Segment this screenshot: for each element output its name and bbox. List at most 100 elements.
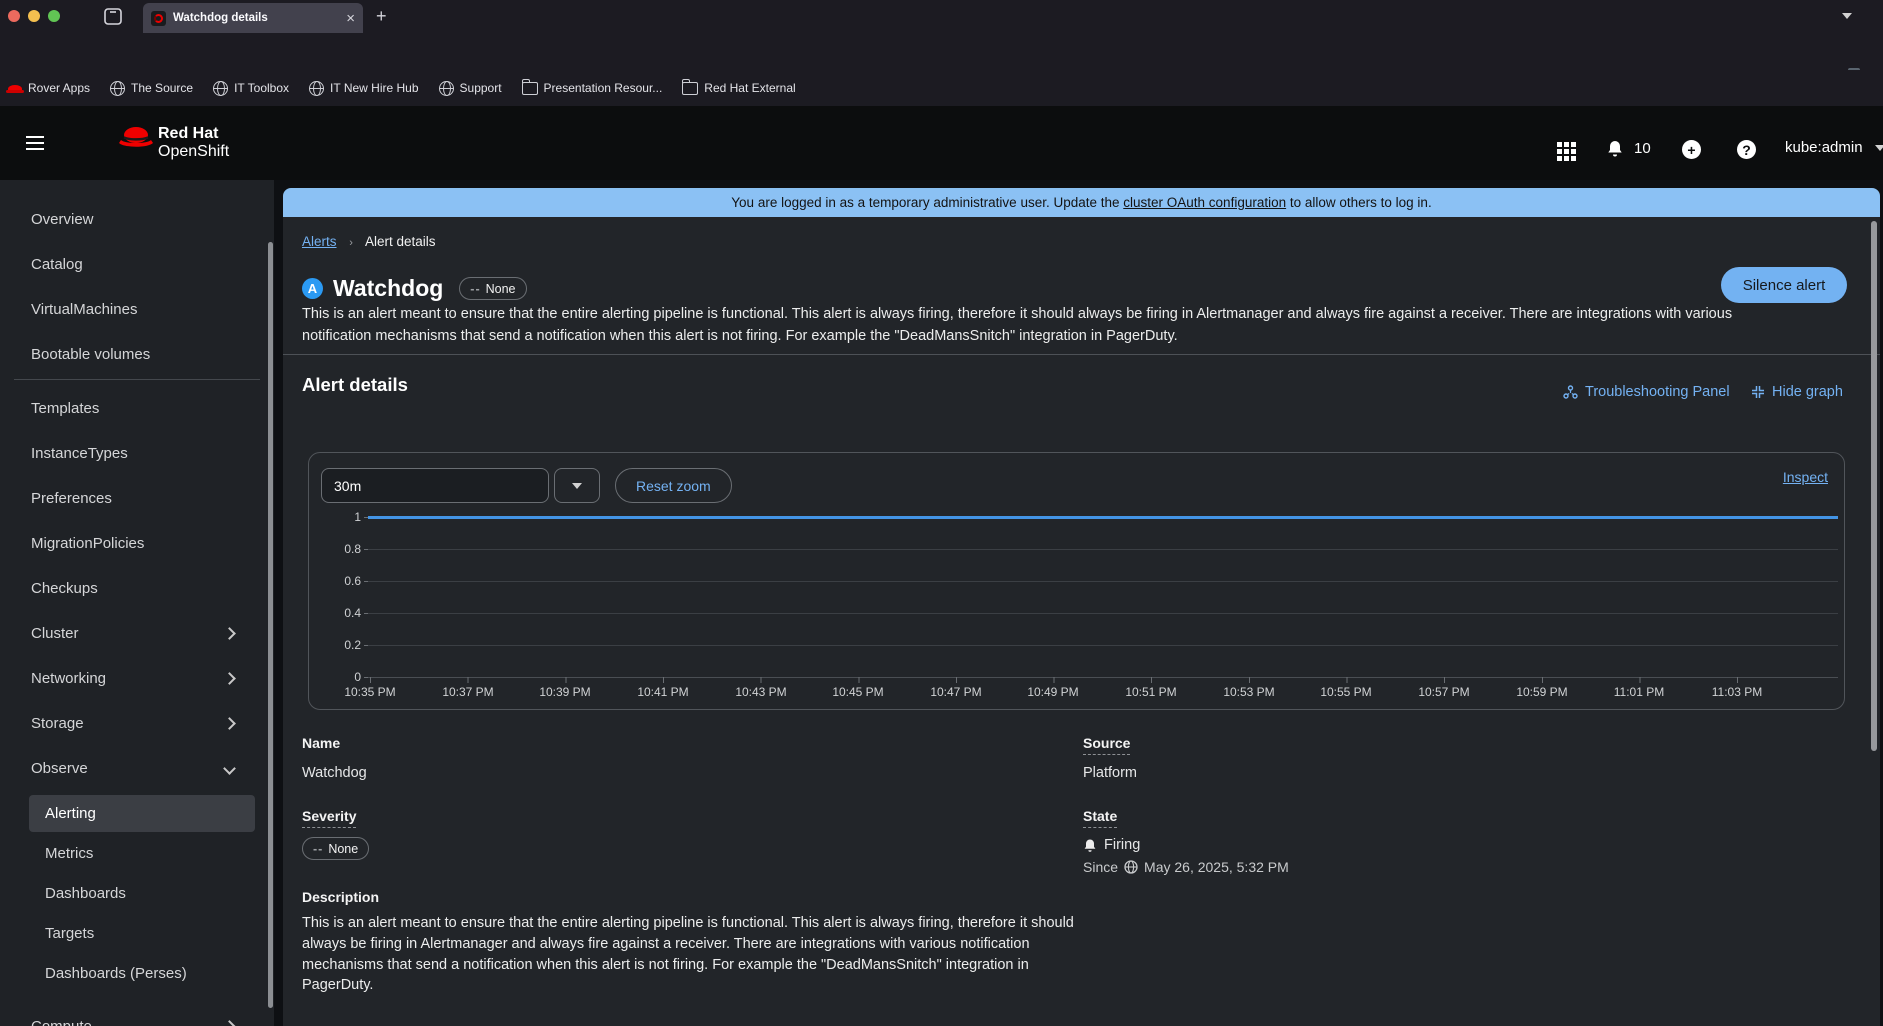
alert-summary: This is an alert meant to ensure that th… <box>302 306 1733 344</box>
source-label[interactable]: Source <box>1083 735 1131 755</box>
bookmark-support[interactable]: Support <box>438 80 502 96</box>
sidebar-item-metrics[interactable]: Metrics <box>0 845 274 863</box>
state-since: Since May 26, 2025, 5:32 PM <box>1083 859 1289 875</box>
globe-icon <box>213 80 229 96</box>
x-tick-label: 10:37 PM <box>442 685 494 699</box>
bookmark-rover-apps[interactable]: Rover Apps <box>6 81 90 95</box>
browser-tab[interactable]: Watchdog details × <box>143 3 363 33</box>
page-title: Watchdog <box>333 275 444 301</box>
sidebar-scrollbar[interactable] <box>268 242 273 1008</box>
x-axis-ticks <box>370 677 1748 683</box>
inspect-link[interactable]: Inspect <box>1783 469 1828 485</box>
brand-text: Red Hat OpenShift <box>158 125 230 160</box>
notifications-button[interactable]: 10 <box>1606 139 1651 158</box>
sidebar-divider <box>14 379 260 380</box>
tab-close-icon[interactable]: × <box>346 11 355 26</box>
name-value: Watchdog <box>302 765 367 781</box>
window-zoom-button[interactable] <box>48 10 60 22</box>
openshift-favicon <box>151 10 166 26</box>
bell-icon <box>1084 839 1096 852</box>
chevron-down-icon <box>572 482 582 489</box>
watchdog-series-line[interactable] <box>368 516 1838 519</box>
chevron-down-icon <box>223 762 236 775</box>
sidebar-item-checkups[interactable]: Checkups <box>0 580 274 598</box>
globe-icon <box>1124 860 1138 874</box>
sidebar-item-observe[interactable]: Observe <box>0 760 274 778</box>
masthead: Red HatOpenShift local-cluster 10 + ? ku… <box>0 106 1883 254</box>
chevron-right-icon <box>223 627 236 640</box>
y-tick-label: 0.4 <box>344 606 361 620</box>
state-value: Firing <box>1083 837 1140 853</box>
x-tick-label: 11:03 PM <box>1711 685 1763 699</box>
title-row: A Watchdog -- None <box>302 275 527 302</box>
troubleshooting-panel-link[interactable]: Troubleshooting Panel <box>1563 384 1730 400</box>
sidebar-item-overview[interactable]: Overview <box>0 211 274 229</box>
nav-toggle-hamburger-icon[interactable] <box>26 136 44 138</box>
window-close-button[interactable] <box>8 10 20 22</box>
section-divider <box>283 354 1880 355</box>
library-icon[interactable] <box>104 8 122 25</box>
chevron-right-icon <box>223 672 236 685</box>
bookmark-presentation-resources[interactable]: Presentation Resour... <box>521 78 662 95</box>
breadcrumb-alerts-link[interactable]: Alerts <box>302 234 337 249</box>
globe-icon <box>309 80 325 96</box>
bookmark-it-toolbox[interactable]: IT Toolbox <box>213 80 289 96</box>
page-scrollbar[interactable] <box>1871 221 1877 751</box>
window-minimize-button[interactable] <box>28 10 40 22</box>
y-tick-label: 1 <box>354 510 361 524</box>
sidebar-item-dashboards[interactable]: Dashboards <box>0 885 274 903</box>
sidebar-item-cluster[interactable]: Cluster <box>0 625 274 643</box>
silence-alert-button[interactable]: Silence alert <box>1721 267 1847 303</box>
x-tick-label: 10:35 PM <box>344 685 396 699</box>
gridline <box>368 549 1838 550</box>
browser-nav-bar: ← → ↻ ⌂ https://console-openshift-consol… <box>0 33 1883 98</box>
state-label[interactable]: State <box>1083 808 1118 828</box>
sidebar-item-targets[interactable]: Targets <box>0 925 274 943</box>
sidebar-item-preferences[interactable]: Preferences <box>0 490 274 508</box>
globe-icon <box>438 80 454 96</box>
sidebar-item-templates[interactable]: Templates <box>0 400 274 418</box>
sidebar-item-compute[interactable]: Compute <box>0 1018 274 1026</box>
help-icon[interactable]: ? <box>1737 140 1756 159</box>
add-icon[interactable]: + <box>1682 140 1701 159</box>
sidebar-item-bootable-volumes[interactable]: Bootable volumes <box>0 346 274 364</box>
sidebar-item-storage[interactable]: Storage <box>0 715 274 733</box>
x-tick-label: 10:59 PM <box>1516 685 1568 699</box>
bookmark-it-new-hire-hub[interactable]: IT New Hire Hub <box>309 80 419 96</box>
user-menu[interactable]: kube:admin <box>1785 139 1883 156</box>
gridline <box>368 581 1838 582</box>
all-tabs-chevron-icon[interactable] <box>1842 13 1852 19</box>
graph-card: Reset zoom Inspect 1 0.8 0.6 0.4 0.2 0 1… <box>308 452 1845 710</box>
new-tab-button[interactable]: + <box>376 7 387 25</box>
banner-text: You are logged in as a temporary adminis… <box>731 195 1432 210</box>
reset-zoom-button[interactable]: Reset zoom <box>615 468 732 503</box>
bell-icon <box>1608 141 1622 157</box>
sidebar-item-alerting[interactable]: Alerting <box>29 795 255 832</box>
chevron-right-icon <box>223 717 236 730</box>
oauth-config-link[interactable]: cluster OAuth configuration <box>1123 195 1286 210</box>
globe-icon <box>110 80 126 96</box>
name-label: Name <box>302 735 341 751</box>
y-tick-label: 0.2 <box>344 638 361 652</box>
sidebar-item-instancetypes[interactable]: InstanceTypes <box>0 445 274 463</box>
severity-label[interactable]: Severity <box>302 808 357 828</box>
section-heading: Alert details <box>302 374 408 395</box>
alert-details-page: Alerts › Alert details A Watchdog -- Non… <box>283 217 1880 1026</box>
sidebar-item-virtualmachines[interactable]: VirtualMachines <box>0 301 274 319</box>
login-banner: You are logged in as a temporary adminis… <box>283 188 1880 217</box>
breadcrumb: Alerts › Alert details <box>302 234 436 249</box>
duration-input[interactable] <box>321 468 549 503</box>
duration-dropdown-toggle[interactable] <box>554 468 600 503</box>
folder-icon <box>682 78 699 95</box>
gridline <box>368 613 1838 614</box>
bookmark-the-source[interactable]: The Source <box>110 80 193 96</box>
hide-graph-link[interactable]: Hide graph <box>1751 384 1843 400</box>
bookmark-red-hat-external[interactable]: Red Hat External <box>682 78 796 95</box>
sidebar-item-catalog[interactable]: Catalog <box>0 256 274 274</box>
sidebar-item-networking[interactable]: Networking <box>0 670 274 688</box>
app-launcher-icon[interactable] <box>1557 142 1576 161</box>
topology-icon <box>1563 385 1578 399</box>
sidebar-item-migrationpolicies[interactable]: MigrationPolicies <box>0 535 274 553</box>
sidebar-item-dashboards-perses[interactable]: Dashboards (Perses) <box>0 965 274 983</box>
compress-icon <box>1752 386 1764 398</box>
